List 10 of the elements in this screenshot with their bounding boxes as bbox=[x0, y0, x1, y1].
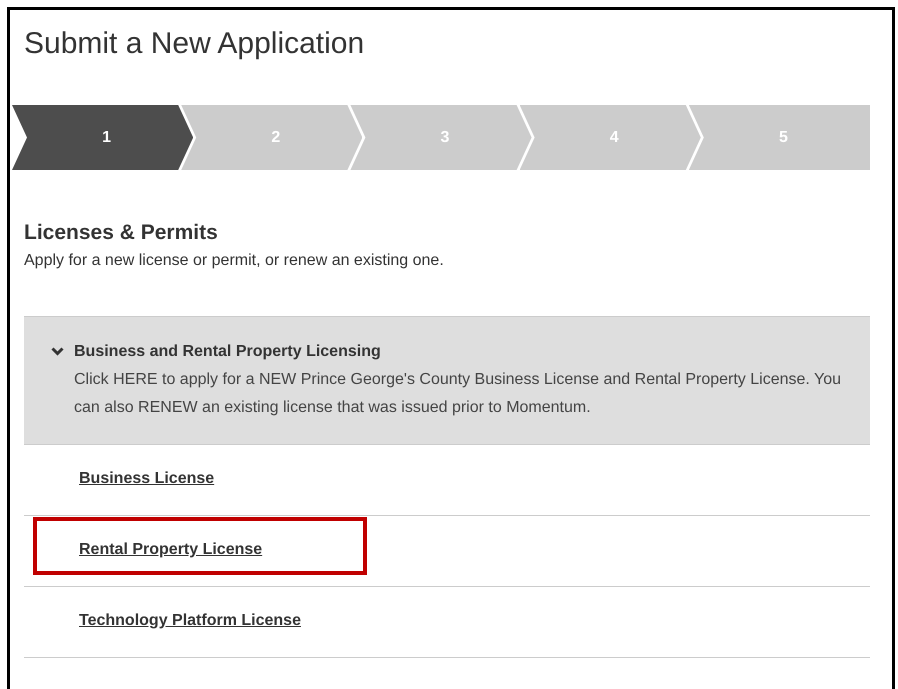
license-link[interactable]: Technology Platform License bbox=[79, 612, 301, 630]
page-title: Submit a New Application bbox=[24, 27, 366, 61]
chevron-icon[interactable] bbox=[51, 345, 64, 358]
section-heading: Licenses & Permits bbox=[24, 221, 219, 245]
section-description: Apply for a new license or permit, or renew an existing one. bbox=[24, 251, 445, 271]
category-description: Click HERE to apply for a NEW Prince George's County Business License and Rental Property License. You can also RENEW an existing license that was issued prior to Momentum. bbox=[74, 370, 842, 418]
license-link[interactable]: Rental Property License bbox=[79, 541, 262, 559]
category-title[interactable]: Business and Rental Property Licensing bbox=[74, 341, 850, 363]
step-tab[interactable]: 1 bbox=[12, 105, 194, 170]
license-link[interactable]: Business License bbox=[79, 470, 214, 488]
